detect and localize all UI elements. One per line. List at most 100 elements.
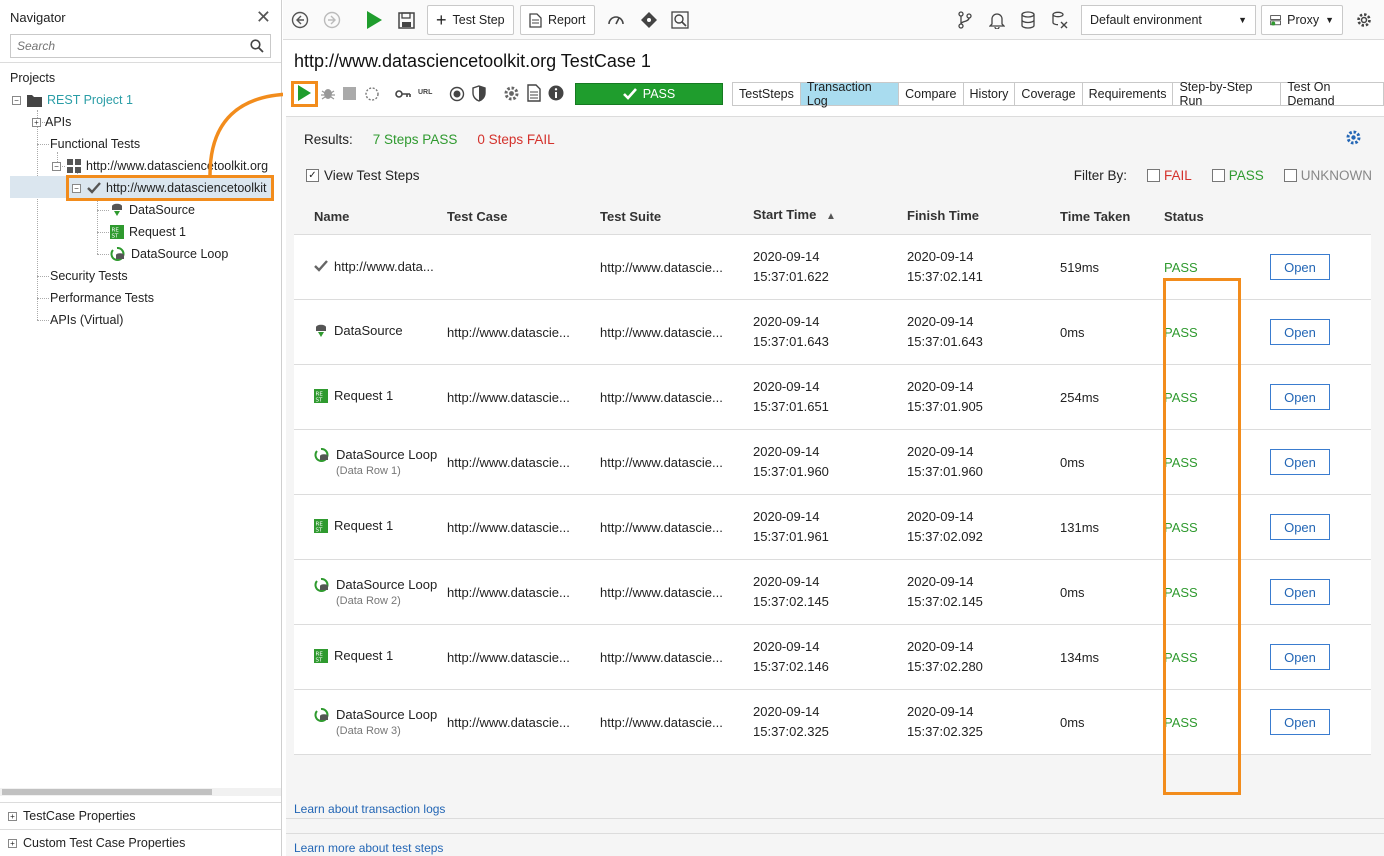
git-diamond-icon[interactable]: [638, 9, 660, 31]
open-button[interactable]: Open: [1270, 319, 1330, 345]
load-test-icon[interactable]: [605, 9, 627, 31]
search-box[interactable]: [10, 34, 271, 58]
search-icon[interactable]: [250, 39, 264, 53]
expand-icon[interactable]: +: [8, 838, 17, 848]
close-icon[interactable]: ✕: [256, 8, 271, 26]
inspect-icon[interactable]: [669, 9, 691, 31]
filter-fail-checkbox[interactable]: [1146, 169, 1160, 182]
tab-transaction-log[interactable]: Transaction Log: [800, 80, 900, 108]
branch-icon[interactable]: [954, 9, 976, 31]
tab-history[interactable]: History: [963, 83, 1016, 105]
row-name: DataSource: [334, 323, 403, 338]
row-subtext: (Data Row 2): [336, 595, 401, 607]
learn-test-steps-link[interactable]: Learn more about test steps: [294, 841, 443, 855]
open-button[interactable]: Open: [1270, 384, 1330, 410]
filter-unknown-option[interactable]: UNKNOWN: [1283, 168, 1372, 183]
datasource-loop-icon: [110, 246, 126, 262]
tree-request[interactable]: RE ST Request 1: [110, 221, 186, 243]
back-icon[interactable]: [289, 9, 311, 31]
tree-project[interactable]: − REST Project 1: [12, 89, 133, 111]
tree-apis[interactable]: + APIs: [32, 111, 71, 133]
row-subtext: (Data Row 1): [336, 465, 401, 477]
view-test-steps-toggle[interactable]: ✓ View Test Steps: [306, 168, 420, 183]
report-button[interactable]: Report: [520, 5, 595, 35]
bell-icon[interactable]: [986, 9, 1008, 31]
collapse-icon[interactable]: −: [52, 161, 61, 171]
open-button[interactable]: Open: [1270, 709, 1330, 735]
navigator-scrollbar[interactable]: [0, 788, 281, 796]
url-icon[interactable]: URL: [418, 89, 432, 96]
tree-apis-virtual[interactable]: APIs (Virtual): [50, 309, 123, 331]
forward-icon[interactable]: [321, 9, 343, 31]
stop-icon[interactable]: [343, 87, 356, 100]
tab-test-on-demand[interactable]: Test On Demand: [1281, 80, 1383, 108]
collapse-icon[interactable]: −: [12, 95, 21, 105]
tree-functional-tests[interactable]: Functional Tests: [50, 133, 140, 155]
filter-pass-checkbox[interactable]: [1211, 169, 1225, 182]
column-name[interactable]: Name: [294, 209, 447, 224]
column-time-taken[interactable]: Time Taken: [1060, 209, 1164, 224]
document-icon[interactable]: [527, 84, 541, 105]
open-button[interactable]: Open: [1270, 449, 1330, 475]
proxy-button[interactable]: Proxy ▼: [1261, 5, 1343, 35]
column-test-case[interactable]: Test Case: [447, 209, 600, 224]
tab-teststeps[interactable]: TestSteps: [733, 83, 801, 105]
filter-pass-option[interactable]: PASS: [1211, 168, 1264, 183]
open-button[interactable]: Open: [1270, 254, 1330, 280]
target-icon[interactable]: [449, 86, 465, 105]
search-input[interactable]: [17, 39, 217, 53]
tab-step-by-step-run[interactable]: Step-by-Step Run: [1173, 80, 1282, 108]
row-start-time: 2020-09-14 15:37:01.960: [753, 442, 907, 482]
settings-gear-icon[interactable]: [1353, 9, 1375, 31]
environment-select[interactable]: Default environment ▼: [1081, 5, 1256, 35]
column-start-time[interactable]: Start Time ▲: [753, 205, 907, 227]
view-test-steps-label: View Test Steps: [324, 168, 420, 183]
custom-properties-row[interactable]: + Custom Test Case Properties: [0, 829, 281, 856]
key-icon[interactable]: [395, 88, 411, 103]
filter-fail-label: FAIL: [1163, 168, 1192, 183]
loop-icon[interactable]: [364, 86, 380, 105]
shield-icon[interactable]: [472, 85, 486, 105]
database-icon[interactable]: [1017, 9, 1039, 31]
tab-coverage[interactable]: Coverage: [1015, 83, 1083, 105]
row-name-cell: DataSource Loop (Data Row 1): [294, 447, 447, 477]
debug-bug-icon[interactable]: [320, 85, 336, 104]
view-test-steps-checkbox[interactable]: ✓: [306, 169, 319, 182]
open-button[interactable]: Open: [1270, 579, 1330, 605]
row-start-time: 2020-09-14 15:37:01.651: [753, 377, 907, 417]
options-gear-icon[interactable]: [503, 85, 520, 105]
column-test-suite[interactable]: Test Suite: [600, 209, 753, 224]
save-icon[interactable]: [395, 9, 417, 31]
log-settings-gear-icon[interactable]: [1345, 129, 1362, 149]
testcase-editor: http://www.datasciencetoolkit.org TestCa…: [283, 41, 1384, 856]
row-start-clock: 15:37:01.651: [753, 399, 829, 414]
filter-unknown-checkbox[interactable]: [1283, 169, 1297, 182]
open-button[interactable]: Open: [1270, 514, 1330, 540]
tab-requirements[interactable]: Requirements: [1082, 83, 1174, 105]
add-test-step-button[interactable]: + Test Step: [427, 5, 514, 35]
expand-icon[interactable]: +: [8, 811, 17, 821]
mock-server-icon[interactable]: [1049, 9, 1071, 31]
row-finish-time: 2020-09-14 15:37:01.643: [907, 312, 1060, 352]
tree-datasource[interactable]: DataSource: [110, 199, 195, 221]
testcase-properties-row[interactable]: + TestCase Properties: [0, 802, 281, 829]
column-finish-time[interactable]: Finish Time: [907, 206, 1060, 226]
tree-datasource-loop[interactable]: DataSource Loop: [110, 243, 228, 265]
row-finish-date: 2020-09-14: [907, 379, 974, 394]
testcase-status-bar: PASS: [575, 83, 723, 105]
row-start-clock: 15:37:02.146: [753, 659, 829, 674]
tree-security-tests[interactable]: Security Tests: [50, 265, 128, 287]
column-status[interactable]: Status: [1164, 209, 1264, 224]
info-icon[interactable]: [548, 85, 564, 104]
run-icon[interactable]: [363, 9, 385, 31]
open-button[interactable]: Open: [1270, 644, 1330, 670]
expand-icon[interactable]: +: [32, 117, 41, 127]
row-finish-time: 2020-09-14 15:37:02.092: [907, 507, 1060, 547]
learn-transaction-logs-link[interactable]: Learn about transaction logs: [294, 802, 445, 816]
status-column-highlight: [1163, 278, 1241, 795]
row-start-time: 2020-09-14 15:37:01.622: [753, 247, 907, 287]
row-finish-clock: 15:37:02.325: [907, 724, 983, 739]
filter-fail-option[interactable]: FAIL: [1146, 168, 1192, 183]
tree-performance-tests[interactable]: Performance Tests: [50, 287, 154, 309]
tab-compare[interactable]: Compare: [899, 83, 964, 105]
